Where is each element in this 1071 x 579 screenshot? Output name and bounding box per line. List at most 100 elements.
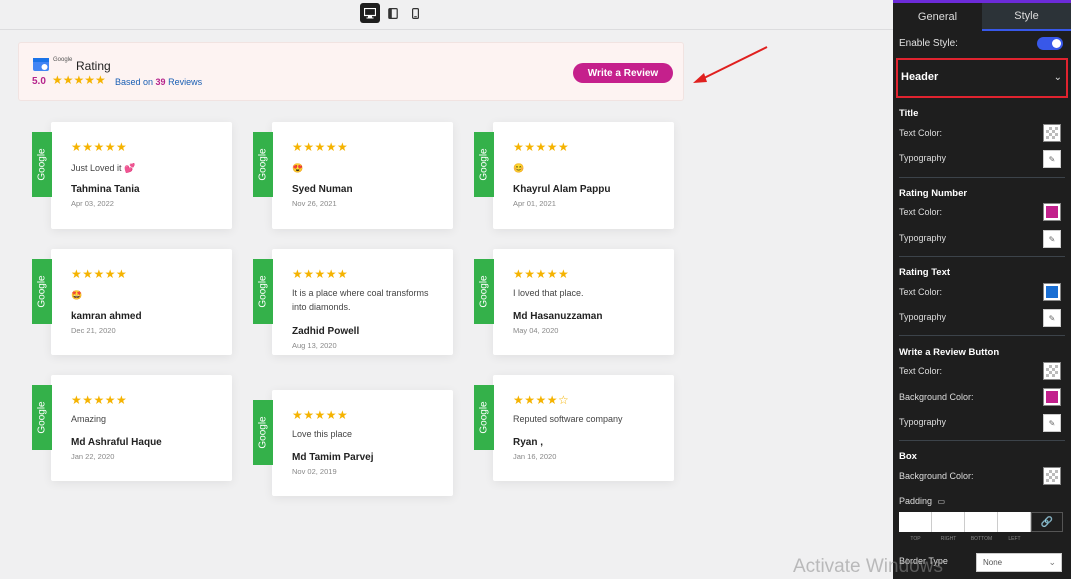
tab-general[interactable]: General (893, 3, 982, 31)
google-source-tag: Google (474, 385, 494, 450)
box-bg-color-label: Background Color: (899, 471, 974, 481)
review-date: Dec 21, 2020 (71, 326, 116, 335)
google-source-tag: Google (253, 400, 273, 465)
review-stars: ★★★★★ (71, 393, 128, 407)
write-button-group-heading: Write a Review Button (899, 347, 1000, 358)
google-tag-label: Google (257, 148, 269, 181)
review-stars: ★★★★★ (292, 140, 349, 154)
chevron-down-icon: ⌄ (1048, 557, 1056, 567)
review-stars: ★★★★★ (292, 408, 349, 422)
review-card: Google ★★★★★ 🤩 kamran ahmed Dec 21, 2020 (32, 249, 232, 355)
desktop-view-icon[interactable] (360, 3, 380, 23)
header-section-toggle[interactable]: Header ⌄ (896, 58, 1068, 98)
rating-text-typography-label: Typography (899, 312, 947, 322)
padding-inputs: 🔗 (899, 512, 1063, 532)
chevron-down-icon: ⌄ (1053, 72, 1062, 83)
title-typography-label: Typography (899, 153, 947, 163)
divider (899, 256, 1065, 257)
rating-header: Google Rating 5.0 ★★★★★ Based on 39 Revi… (18, 42, 684, 101)
google-tag-label: Google (36, 401, 48, 434)
padding-labels: TOP RIGHT BOTTOM LEFT (899, 536, 1063, 542)
title-text-color-swatch[interactable] (1043, 124, 1061, 142)
header-stars: ★★★★★ (52, 73, 106, 87)
review-card: Google ★★★★★ Amazing Md Ashraful Haque Jan 2… (32, 375, 232, 481)
based-on-suffix: Reviews (168, 77, 203, 87)
review-stars: ★★★★☆ (513, 393, 570, 407)
padding-top-input[interactable] (899, 512, 932, 532)
padding-left-input[interactable] (998, 512, 1031, 532)
reviewer-name: kamran ahmed (71, 311, 142, 322)
review-count: 39 (155, 77, 166, 87)
review-card: Google ★★★★★ I loved that place. Md Hasanuz… (474, 249, 674, 355)
header-section-label: Header (901, 71, 939, 83)
box-group-heading: Box (899, 451, 917, 462)
google-logo-text: Google (53, 57, 73, 63)
google-tag-label: Google (36, 275, 48, 308)
google-source-tag: Google (32, 132, 52, 197)
link-values-icon[interactable]: 🔗 (1031, 512, 1063, 532)
title-typography-edit-icon[interactable]: ✎ (1043, 150, 1061, 168)
pad-label-right: RIGHT (940, 536, 957, 542)
reviewer-name: Md Ashraful Haque (71, 437, 162, 448)
review-stars: ★★★★★ (71, 140, 128, 154)
review-date: Apr 01, 2021 (513, 199, 556, 208)
rating-number: 5.0 (32, 76, 46, 87)
review-stars: ★★★★★ (71, 267, 128, 281)
google-business-logo (33, 58, 49, 71)
review-card: Google ★★★★★ It is a place where coal tran… (253, 249, 453, 355)
annotation-arrow-icon (693, 46, 768, 83)
enable-style-toggle[interactable] (1037, 37, 1063, 50)
rating-text-color-swatch[interactable] (1043, 283, 1061, 301)
padding-label-text: Padding (899, 496, 933, 506)
google-tag-label: Google (257, 275, 269, 308)
write-button-bg-color-swatch[interactable] (1043, 388, 1061, 406)
write-review-button[interactable]: Write a Review (573, 63, 673, 83)
review-stars: ★★★★★ (513, 140, 570, 154)
border-type-select[interactable]: None ⌄ (976, 553, 1062, 572)
desktop-device-icon: ▭ (937, 497, 946, 506)
review-text: 😍 (292, 163, 304, 173)
rating-number-color-swatch[interactable] (1043, 203, 1061, 221)
review-card: Google ★★★★★ Love this place Md Tamim Parve… (253, 390, 453, 496)
review-date: Nov 02, 2019 (292, 467, 337, 476)
rating-number-typography-edit-icon[interactable]: ✎ (1043, 230, 1061, 248)
rating-title: Rating (76, 59, 111, 73)
google-tag-label: Google (36, 148, 48, 181)
mobile-view-icon[interactable] (405, 3, 425, 23)
title-group-heading: Title (899, 108, 919, 119)
reviewer-name: Md Tamim Parvej (292, 452, 374, 463)
google-tag-label: Google (478, 148, 490, 181)
review-card: Google ★★★★★ 😊 Khayrul Alam Pappu Apr 01, 20… (474, 122, 674, 229)
google-source-tag: Google (32, 385, 52, 450)
google-source-tag: Google (474, 259, 494, 324)
write-button-typography-label: Typography (899, 417, 947, 427)
review-date: Jan 16, 2020 (513, 452, 557, 461)
write-button-text-color-label: Text Color: (899, 366, 943, 376)
write-button-text-color-swatch[interactable] (1043, 362, 1061, 380)
padding-right-input[interactable] (932, 512, 965, 532)
review-text: Love this place (292, 429, 353, 439)
pad-label-top: TOP (910, 536, 921, 542)
rating-text-typography-edit-icon[interactable]: ✎ (1043, 309, 1061, 327)
border-type-value: None (983, 558, 1003, 567)
tablet-view-icon[interactable] (383, 3, 403, 23)
google-tag-label: Google (478, 275, 490, 308)
divider (899, 177, 1065, 178)
review-text: Amazing (71, 414, 107, 424)
review-card: Google ★★★★★ 😍 Syed Numan Nov 26, 2021 (253, 122, 453, 229)
padding-bottom-input[interactable] (965, 512, 998, 532)
box-bg-color-swatch[interactable] (1043, 467, 1061, 485)
review-text: Just Loved it 💕 (71, 163, 136, 173)
review-date: Apr 03, 2022 (71, 199, 114, 208)
review-date: Jan 22, 2020 (71, 452, 115, 461)
review-text: I loved that place. (513, 288, 584, 298)
google-source-tag: Google (253, 132, 273, 197)
rating-text-group-heading: Rating Text (899, 267, 951, 278)
reviewer-name: Khayrul Alam Pappu (513, 184, 611, 195)
rating-text: Based on 39 Reviews (115, 77, 202, 87)
write-button-typography-edit-icon[interactable]: ✎ (1043, 414, 1061, 432)
pad-label-left: LEFT (1008, 536, 1021, 542)
enable-style-row: Enable Style: (899, 37, 1065, 50)
tab-style[interactable]: Style (982, 3, 1071, 31)
review-text: It is a place where coal transforms into… (292, 288, 429, 312)
